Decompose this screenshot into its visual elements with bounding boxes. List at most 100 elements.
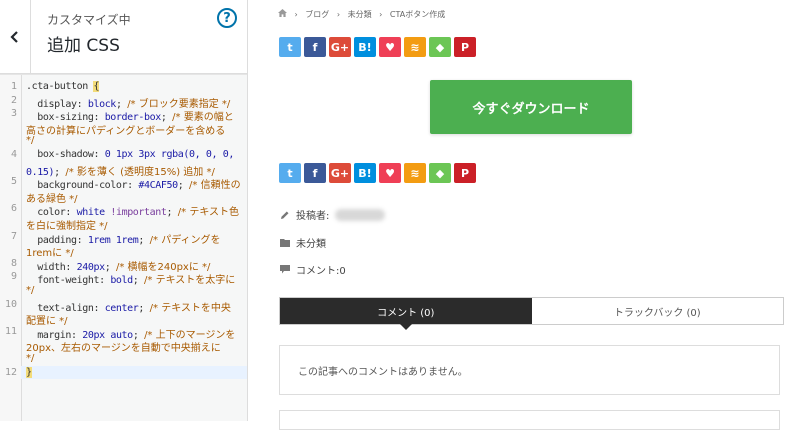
facebook-share-icon[interactable]: f [304, 37, 326, 57]
share-bar-bottom: t f G+ B! ♥ ≋ ◆ P [279, 163, 476, 185]
code-line: box-shadow: 0 1px 3px rgba(0, 0, 0, [26, 149, 234, 160]
rss-share-icon[interactable]: ≋ [404, 37, 426, 57]
code-token: box-shadow: [26, 149, 105, 160]
code-token: /* テキスト色 [177, 207, 240, 219]
code-line: font-weight: bold; /* テキストを太字に [26, 271, 235, 286]
code-token: /* テキストを中央 [149, 302, 231, 314]
line-number: 12 [4, 366, 17, 378]
css-code-editor[interactable]: 1 2 3 4 5 6 7 8 9 10 11 12 .cta-button { display: b… [0, 74, 247, 421]
line-number: 11 [4, 325, 17, 337]
code-line: */ [26, 285, 34, 296]
code-token: ; [177, 180, 190, 192]
comment-count: コメント:0 [296, 266, 346, 277]
facebook-share-icon[interactable]: f [304, 163, 326, 183]
feedly-share-icon[interactable]: ◆ [429, 163, 451, 183]
line-number: 5 [10, 176, 17, 188]
pocket-share-icon[interactable]: ♥ [379, 163, 401, 183]
breadcrumb-item-blog[interactable]: ブログ [305, 10, 329, 19]
code-token: !important [110, 207, 167, 219]
hatena-share-icon[interactable]: B! [354, 37, 376, 57]
rss-share-icon[interactable]: ≋ [404, 163, 426, 183]
help-icon[interactable]: ? [217, 8, 237, 28]
code-token: ; [132, 275, 145, 287]
code-token: bold [110, 275, 133, 287]
home-icon[interactable] [278, 9, 290, 19]
code-token: 20px、左右のマージンを自動で中央揃えに [26, 343, 221, 355]
code-line: .cta-button { [26, 81, 99, 92]
comment-tabs: コメント (0) トラックバック (0) [279, 297, 784, 330]
tab-trackbacks[interactable]: トラックバック (0) [532, 298, 784, 324]
site-preview: › ブログ › 未分類 › CTAボタン作成 t f G+ B! ♥ ≋ ◆ P 今すぐダウン… [248, 0, 790, 430]
line-number: 7 [10, 230, 17, 242]
customizer-title: 追加 CSS [47, 36, 120, 56]
code-token: { [93, 81, 100, 92]
line-number: 2 [10, 94, 17, 106]
twitter-share-icon[interactable]: t [279, 37, 301, 57]
line-number-gutter: 1 2 3 4 5 6 7 8 9 10 11 12 [0, 75, 22, 421]
code-token: } [26, 366, 32, 378]
code-token: .cta-button [26, 81, 94, 92]
line-number: 10 [4, 298, 17, 310]
code-line: 20px、左右のマージンを自動で中央揃えに [26, 339, 221, 354]
hatena-share-icon[interactable]: B! [354, 163, 376, 183]
code-token: ; [138, 234, 150, 246]
tab-comments-label: コメント (0) [377, 307, 435, 319]
author-label: 投稿者: [296, 211, 330, 222]
code-line: */ [26, 353, 34, 364]
feedly-share-icon[interactable]: ◆ [429, 37, 451, 57]
pocket-share-icon[interactable]: ♥ [379, 37, 401, 57]
code-line: */ [26, 135, 34, 146]
comment-form-box [279, 410, 780, 430]
tab-trackbacks-label: トラックバック (0) [613, 307, 701, 319]
code-token: */ [26, 135, 35, 147]
line-number: 4 [10, 149, 17, 160]
post-author: 投稿者: [280, 207, 386, 222]
code-token: ; [166, 207, 178, 219]
category-link[interactable]: 未分類 [296, 235, 326, 250]
code-token: 1rem 1rem [87, 234, 139, 246]
google-share-icon[interactable]: G+ [329, 37, 351, 57]
cta-download-button[interactable]: 今すぐダウンロード [430, 80, 632, 134]
code-token: /* パディングを [149, 234, 221, 246]
line-number: 3 [10, 108, 17, 120]
code-token: /* テキストを太字に [144, 275, 236, 287]
code-token: 0 1px 3px rgba(0, 0, 0, [104, 149, 235, 160]
twitter-share-icon[interactable]: t [279, 163, 301, 183]
line-number: 6 [10, 203, 17, 215]
code-token: */ [26, 353, 35, 364]
code-line: } [26, 366, 32, 378]
post-category: 未分類 [280, 235, 326, 250]
pinterest-share-icon[interactable]: P [454, 37, 476, 57]
folder-icon [280, 239, 290, 247]
breadcrumb-item-current: CTAボタン作成 [389, 10, 446, 19]
line-number: 8 [10, 257, 17, 269]
back-button[interactable] [0, 0, 31, 73]
line-number: 1 [10, 81, 17, 92]
comment-icon [280, 265, 290, 274]
pencil-icon [281, 211, 289, 219]
author-name-blurred [335, 208, 386, 221]
tab-comments[interactable]: コメント (0) [280, 298, 532, 330]
active-line-highlight [21, 365, 247, 379]
breadcrumb: › ブログ › 未分類 › CTAボタン作成 [278, 9, 450, 20]
code-token: */ [26, 285, 35, 296]
post-comment-count: コメント:0 [280, 262, 346, 277]
code-token: font-weight: [26, 275, 111, 287]
customizer-header: カスタマイズ中 追加 CSS ? [0, 0, 247, 74]
code-token: 高さの計算にパディングとボーダーを含める [26, 125, 226, 137]
no-comments-message: この記事へのコメントはありません。 [279, 345, 780, 395]
chevron-left-icon [10, 30, 18, 43]
code-token: ; [138, 302, 150, 314]
customizer-subtitle: カスタマイズ中 [47, 13, 131, 27]
google-share-icon[interactable]: G+ [329, 163, 351, 183]
share-bar-top: t f G+ B! ♥ ≋ ◆ P [279, 37, 476, 59]
line-number: 9 [10, 271, 17, 283]
customizer-panel: カスタマイズ中 追加 CSS ? 1 2 3 4 5 6 7 8 9 10 11 12 .cta-bu… [0, 0, 248, 421]
code-token: /* 信頼性の [189, 180, 241, 192]
code-token: #4CAF50 [138, 180, 178, 192]
breadcrumb-item-category[interactable]: 未分類 [348, 10, 372, 19]
pinterest-share-icon[interactable]: P [454, 163, 476, 183]
tab-active-arrow [399, 324, 412, 330]
code-line: 高さの計算にパディングとボーダーを含める [26, 122, 225, 137]
code-token: center [104, 302, 139, 314]
